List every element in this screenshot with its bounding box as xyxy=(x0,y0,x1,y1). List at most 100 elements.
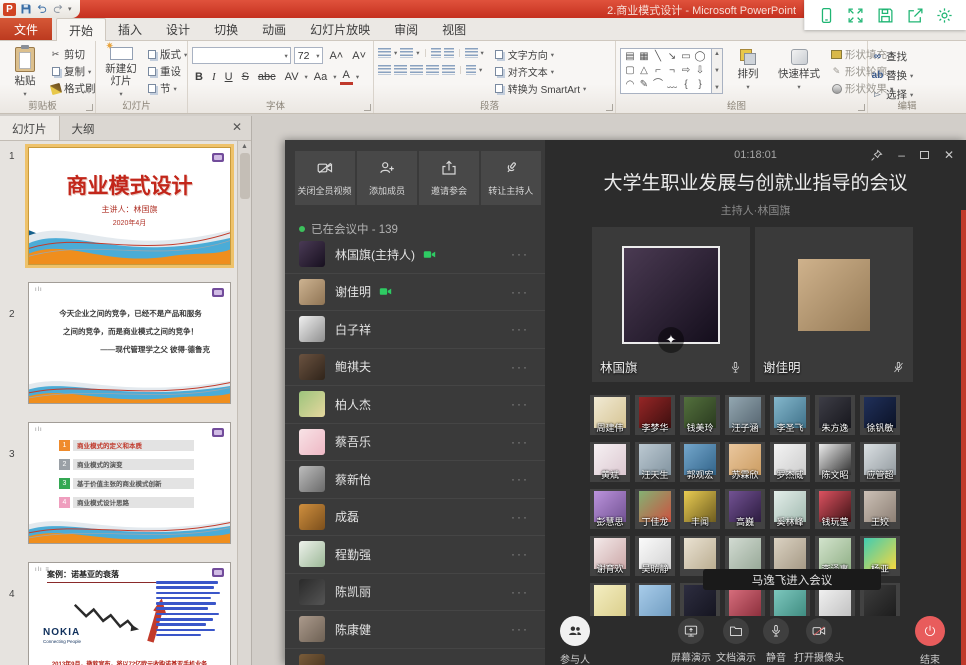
video-grid-tile[interactable]: 丰闻 xyxy=(680,489,720,529)
arrange-button[interactable]: 排列▾ xyxy=(727,45,769,100)
participant-row[interactable]: 成磊··· xyxy=(285,499,545,537)
increase-indent-icon[interactable] xyxy=(444,48,454,58)
align-right-icon[interactable] xyxy=(410,65,423,75)
layout-button[interactable]: 版式▾ xyxy=(146,47,187,62)
video-grid-tile[interactable]: 苏霖欣 xyxy=(725,442,765,482)
more-options-icon[interactable]: ··· xyxy=(511,397,529,411)
video-grid-tile[interactable] xyxy=(635,583,675,616)
shrink-font-button[interactable]: A˅ xyxy=(349,49,369,63)
qat-dropdown-icon[interactable]: ▾ xyxy=(68,5,72,13)
justify-icon[interactable] xyxy=(426,65,439,75)
floppy-icon[interactable] xyxy=(877,7,894,24)
align-center-icon[interactable] xyxy=(394,65,407,75)
shape-glyph-icon[interactable]: ▢ xyxy=(623,66,637,76)
share-icon[interactable] xyxy=(907,7,924,24)
toolbar-power-button[interactable]: 结束 xyxy=(890,616,966,665)
tab-outline[interactable]: 大纲 xyxy=(60,116,107,140)
section-button[interactable]: 节▾ xyxy=(146,81,187,96)
smartart-button[interactable]: 转换为 SmartArt▾ xyxy=(494,81,587,96)
shape-glyph-icon[interactable]: ✎ xyxy=(637,80,651,90)
more-options-icon[interactable]: ··· xyxy=(511,247,529,261)
font-style-button[interactable]: Aa xyxy=(311,70,330,84)
meeting-action-button[interactable]: 转让主持人 xyxy=(481,151,541,205)
slide-thumbnail-2[interactable]: ılı 今天企业之间的竞争，已经不是产品和服务 之间的竞争，而是商业模式之间的竞… xyxy=(28,282,231,404)
more-options-icon[interactable]: ··· xyxy=(511,285,529,299)
gear-icon[interactable] xyxy=(936,7,953,24)
video-grid-tile[interactable]: 李梦华 xyxy=(635,395,675,435)
ribbon-tab[interactable]: 插入 xyxy=(106,18,154,40)
shape-glyph-icon[interactable]: ▭ xyxy=(679,52,693,62)
grow-font-button[interactable]: A˄ xyxy=(326,49,346,63)
video-grid-tile[interactable]: 李圣飞 xyxy=(770,395,810,435)
shape-glyph-icon[interactable]: ↘ xyxy=(665,52,679,62)
panel-close-icon[interactable]: ✕ xyxy=(223,116,251,140)
font-size-select[interactable]: 72▾ xyxy=(294,47,324,64)
more-options-icon[interactable]: ··· xyxy=(511,547,529,561)
video-grid-tile[interactable]: 奚林峰 xyxy=(770,489,810,529)
video-grid-tile[interactable]: 钱美玲 xyxy=(680,395,720,435)
shape-glyph-icon[interactable]: △ xyxy=(637,66,651,76)
font-style-button[interactable]: S xyxy=(239,70,252,84)
scrollbar-thumb[interactable] xyxy=(240,153,250,199)
distribute-icon[interactable] xyxy=(442,65,455,75)
dialog-launcher-icon[interactable] xyxy=(364,104,371,111)
video-grid-tile[interactable]: 陈文昭 xyxy=(815,442,855,482)
tab-slides[interactable]: 幻灯片 xyxy=(0,116,60,140)
video-grid-tile[interactable] xyxy=(590,583,630,616)
video-grid-tile[interactable]: 应管超 xyxy=(860,442,900,482)
slide-thumbnail-4[interactable]: ılı ≡ 案例：诺基亚的衰落 NOKIA Connecting People … xyxy=(28,562,231,665)
participant-row[interactable]: ··· xyxy=(285,649,545,665)
font-style-button[interactable]: AV xyxy=(282,70,302,84)
video-grid-tile[interactable]: 汪天生 xyxy=(635,442,675,482)
reset-button[interactable]: 重设 xyxy=(146,64,187,79)
participant-row[interactable]: 程勤强··· xyxy=(285,536,545,574)
video-grid-tile[interactable]: 谢育欢 xyxy=(590,536,630,576)
video-grid-tile[interactable]: 吴昉静 xyxy=(635,536,675,576)
video-tile[interactable]: ✦林国旗 xyxy=(592,227,750,382)
pin-icon[interactable] xyxy=(870,149,883,162)
dialog-launcher-icon[interactable] xyxy=(858,104,865,111)
bullets-icon[interactable] xyxy=(378,48,391,58)
shape-glyph-icon[interactable]: ▦ xyxy=(637,52,651,62)
align-text-button[interactable]: 对齐文本▾ xyxy=(494,64,587,79)
ribbon-tab[interactable]: 文件 xyxy=(0,18,52,40)
participant-row[interactable]: 白子祥··· xyxy=(285,311,545,349)
format-painter-button[interactable]: 格式刷 xyxy=(50,81,96,96)
video-grid-tile[interactable]: 钱玩莹 xyxy=(815,489,855,529)
line-spacing-icon[interactable] xyxy=(465,48,478,58)
find-button[interactable]: ∞查找 xyxy=(872,49,952,64)
ribbon-tab[interactable]: 审阅 xyxy=(382,18,430,40)
more-options-icon[interactable]: ··· xyxy=(511,585,529,599)
shape-glyph-icon[interactable]: ⌒ xyxy=(651,80,665,90)
scroll-up-icon[interactable]: ▲ xyxy=(241,143,248,150)
video-grid-tile[interactable]: 彭慧思 xyxy=(590,489,630,529)
shape-glyph-icon[interactable]: ⇩ xyxy=(693,66,707,76)
align-left-icon[interactable] xyxy=(378,65,391,75)
more-options-icon[interactable]: ··· xyxy=(511,322,529,336)
ribbon-tab[interactable]: 设计 xyxy=(154,18,202,40)
participant-row[interactable]: 鲍祺夫··· xyxy=(285,349,545,387)
dialog-launcher-icon[interactable] xyxy=(86,104,93,111)
columns-icon[interactable] xyxy=(466,65,476,75)
participant-row[interactable]: 蔡吾乐··· xyxy=(285,424,545,462)
shape-glyph-icon[interactable]: { xyxy=(679,80,693,90)
meeting-action-button[interactable]: 添加成员 xyxy=(357,151,417,205)
video-grid-tile[interactable]: 朱方逸 xyxy=(815,395,855,435)
shapes-gallery[interactable]: ▤▦╲↘▭◯▢△⌐¬⇨⇩◠✎⌒﹏{} xyxy=(620,48,712,94)
video-grid-tile[interactable]: 丁佳龙 xyxy=(635,489,675,529)
shapes-gallery-scroll[interactable]: ▲▼▼ xyxy=(712,48,723,94)
cut-button[interactable]: ✂剪切 xyxy=(50,47,96,62)
slide-thumbnail-1[interactable]: 商业模式设计 主讲人：林国旗 2020年4月 xyxy=(28,147,231,265)
paste-button[interactable]: 粘贴▾ xyxy=(4,45,46,100)
panel-scrollbar[interactable]: ▲ xyxy=(237,141,251,665)
more-options-icon[interactable]: ··· xyxy=(511,510,529,524)
participant-row[interactable]: 林国旗(主持人)··· xyxy=(285,236,545,274)
ribbon-tab[interactable]: 切换 xyxy=(202,18,250,40)
shape-glyph-icon[interactable]: ⌐ xyxy=(651,66,665,76)
font-style-button[interactable]: abc xyxy=(255,70,279,84)
numbering-icon[interactable] xyxy=(400,48,413,58)
meeting-action-button[interactable]: 邀请参会 xyxy=(419,151,479,205)
more-options-icon[interactable]: ··· xyxy=(511,622,529,636)
video-grid-tile[interactable]: 王姣 xyxy=(860,489,900,529)
shape-glyph-icon[interactable]: ⇨ xyxy=(679,66,693,76)
